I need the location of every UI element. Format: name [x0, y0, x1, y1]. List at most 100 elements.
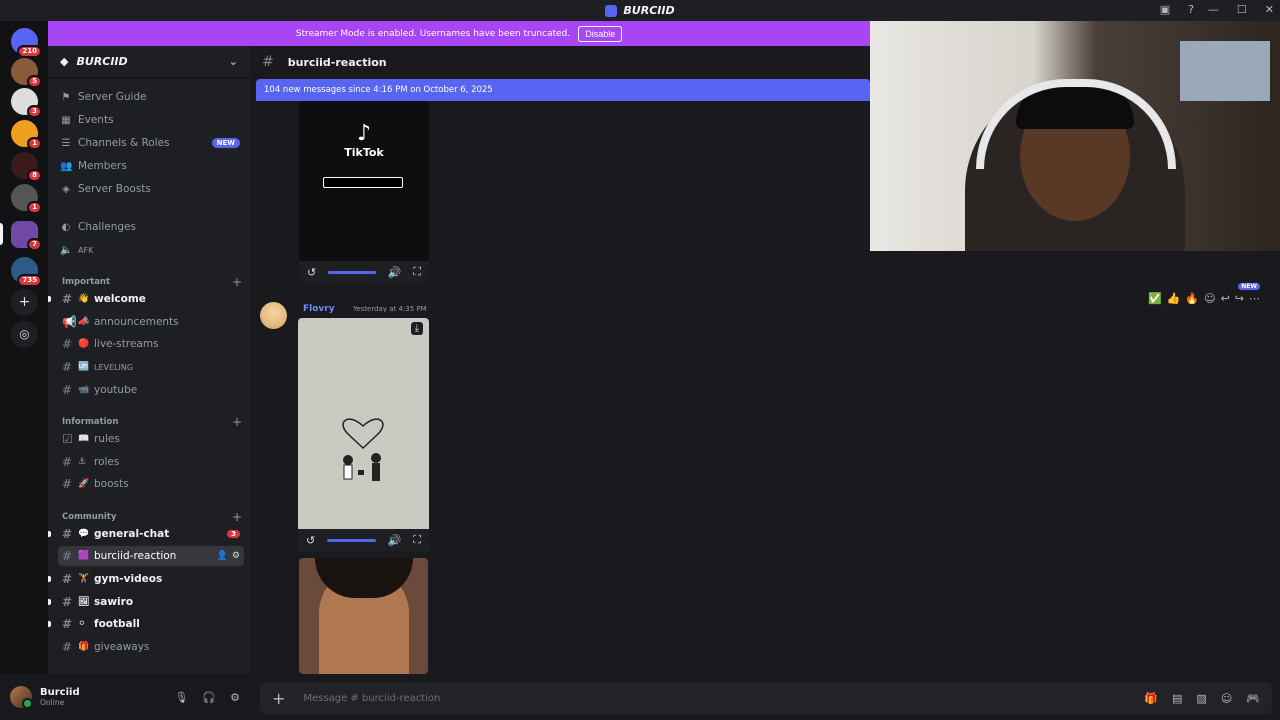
channel-roles[interactable]: # ⚓ roles	[58, 452, 244, 472]
gear-icon[interactable]: ⚙	[232, 551, 240, 561]
voice-channel-afk[interactable]: 🔈 AFK	[60, 240, 240, 260]
channel-rules[interactable]: ☑ 📖 rules	[58, 429, 244, 449]
message-author[interactable]: Flovry	[303, 304, 335, 314]
replay-icon[interactable]: ↺	[307, 266, 316, 279]
hash-icon: #	[62, 549, 73, 563]
fire-reaction-icon[interactable]: 🔥	[1185, 292, 1199, 305]
volume-bar[interactable]	[327, 538, 376, 542]
fullscreen-icon[interactable]: ⛶	[413, 533, 421, 547]
channel-live-streams[interactable]: # 🔴 live-streams	[58, 334, 244, 354]
direct-messages-button[interactable]: 210	[11, 28, 42, 58]
streamer-mode-banner: Streamer Mode is enabled. Usernames have…	[48, 21, 870, 46]
channel-football[interactable]: # ⚪ football	[58, 614, 244, 634]
attach-plus-icon[interactable]: +	[272, 689, 285, 708]
add-server-icon[interactable]: +	[11, 289, 38, 316]
add-channel-icon[interactable]: +	[232, 510, 242, 524]
channel-gym-videos[interactable]: # 🏋 gym-videos	[58, 569, 244, 589]
microphone-icon[interactable]: 🎙	[174, 691, 188, 704]
fullscreen-icon[interactable]: ⛶	[413, 265, 421, 279]
channel-announcements[interactable]: 📢 📣 announcements	[58, 312, 244, 332]
unread-indicator	[48, 531, 51, 537]
channel-header-title: burciid-reaction	[287, 55, 387, 69]
category-community[interactable]: Community +	[62, 510, 242, 524]
server-icon[interactable]: 1	[11, 184, 42, 214]
speaker-icon[interactable]: 🔊	[388, 534, 402, 547]
nav-server-boosts[interactable]: ◈ Server Boosts	[60, 179, 240, 199]
check-reaction-icon[interactable]: ✅	[1148, 292, 1162, 305]
gear-icon[interactable]: ⚙	[230, 691, 240, 704]
server-icon[interactable]: 8	[11, 152, 42, 182]
channel-welcome[interactable]: # 👋 welcome	[58, 289, 244, 309]
app-logo-icon	[605, 4, 618, 17]
message-input[interactable]: + Message # burciid-reaction 🎁 ▤ ▧ ☺ 🎮	[260, 682, 1272, 714]
message-timestamp: Yesterday at 4:35 PM	[353, 305, 427, 313]
minimize-button[interactable]: —	[1208, 3, 1219, 16]
nav-challenges[interactable]: ◐ Challenges	[60, 217, 240, 237]
signpost-icon: ⚑	[61, 91, 71, 103]
apps-icon[interactable]: 🎮	[1246, 692, 1260, 705]
inbox-icon[interactable]: ▣	[1160, 3, 1170, 16]
invite-icon[interactable]: 👤	[217, 551, 228, 561]
server-icon-burciid[interactable]: 7	[11, 221, 42, 251]
checkbox-icon: ☑	[62, 432, 73, 446]
server-header[interactable]: ◆ BURCIID ⌄	[48, 46, 250, 78]
channel-general-chat[interactable]: # 💬 general-chat 3	[58, 524, 244, 544]
server-icon[interactable]: 735	[11, 257, 42, 287]
avatar[interactable]	[260, 302, 287, 329]
category-information[interactable]: Information +	[62, 415, 242, 429]
nav-events[interactable]: ▦ Events	[60, 110, 240, 130]
volume-bar[interactable]	[328, 270, 376, 274]
nav-server-guide[interactable]: ⚑ Server Guide	[60, 87, 240, 107]
video-attachment[interactable]	[299, 558, 428, 674]
add-channel-icon[interactable]: +	[232, 275, 242, 289]
message-toolbar: NEW ✅ 👍 🔥 ☺ ↩ ↪ ⋯	[1148, 283, 1260, 305]
add-channel-icon[interactable]: +	[232, 415, 242, 429]
forward-icon[interactable]: ↪	[1235, 292, 1244, 305]
title-bar: BURCIID ▣ ? — ☐ ✕	[0, 0, 1280, 21]
channel-sawiro[interactable]: # 🖼 sawiro	[58, 592, 244, 612]
close-button[interactable]: ✕	[1265, 3, 1274, 16]
headphones-icon[interactable]: 🎧	[202, 691, 216, 704]
user-status: Online	[40, 698, 65, 707]
nav-members[interactable]: 👥 Members	[60, 156, 240, 176]
channel-leveling[interactable]: # 🆙 LEVELING	[58, 357, 244, 377]
speaker-icon[interactable]: 🔊	[388, 266, 402, 279]
server-icon[interactable]: 1	[11, 120, 42, 150]
sticker-icon[interactable]: ▧	[1196, 692, 1206, 705]
gif-icon[interactable]: ▤	[1172, 692, 1182, 705]
server-icon[interactable]: 5	[11, 58, 42, 88]
more-icon[interactable]: ⋯	[1249, 292, 1260, 305]
new-badge: NEW	[211, 138, 240, 148]
new-messages-bar[interactable]: 104 new messages since 4:16 PM on Octobe…	[256, 79, 870, 101]
hash-icon: #	[62, 360, 73, 374]
video-attachment[interactable]: ⤓ ↺ 🔊 ⛶	[298, 318, 429, 551]
channel-youtube[interactable]: # 📹 youtube	[58, 380, 244, 400]
channel-boosts[interactable]: # 🚀 boosts	[58, 474, 244, 494]
discover-icon[interactable]: ◎	[11, 321, 38, 348]
disable-streamer-mode-button[interactable]: Disable	[578, 25, 623, 42]
banner-text: Streamer Mode is enabled. Usernames have…	[295, 28, 571, 39]
hash-icon: #	[62, 617, 73, 631]
headset-icon	[976, 79, 1176, 169]
new-badge: NEW	[1238, 283, 1260, 290]
gift-icon[interactable]: 🎁	[1144, 692, 1158, 705]
message-composer: + Message # burciid-reaction 🎁 ▤ ▧ ☺ 🎮	[250, 674, 1280, 720]
chevron-down-icon: ⌄	[228, 55, 238, 68]
server-icon[interactable]: 3	[11, 88, 42, 118]
maximize-button[interactable]: ☐	[1237, 3, 1247, 16]
thumbs-up-reaction-icon[interactable]: 👍	[1167, 292, 1181, 305]
video-attachment[interactable]: ♪ TikTok ↺ 🔊 ⛶	[299, 101, 429, 283]
channel-burciid-reaction[interactable]: # 🟪 burciid-reaction 👤 ⚙	[58, 546, 244, 566]
avatar[interactable]	[10, 686, 33, 709]
download-icon[interactable]: ⤓	[410, 322, 423, 335]
hash-icon: #	[62, 455, 73, 469]
replay-icon[interactable]: ↺	[306, 534, 315, 547]
emoji-icon[interactable]: ☺	[1221, 692, 1232, 705]
add-reaction-icon[interactable]: ☺	[1204, 292, 1215, 305]
category-important[interactable]: Important +	[62, 275, 242, 289]
hash-icon: #	[62, 383, 73, 397]
nav-channels-roles[interactable]: ☰ Channels & Roles NEW	[60, 133, 240, 153]
channel-giveaways[interactable]: # 🎁 giveaways	[58, 637, 244, 657]
help-icon[interactable]: ?	[1188, 3, 1194, 16]
reply-icon[interactable]: ↩	[1221, 292, 1230, 305]
